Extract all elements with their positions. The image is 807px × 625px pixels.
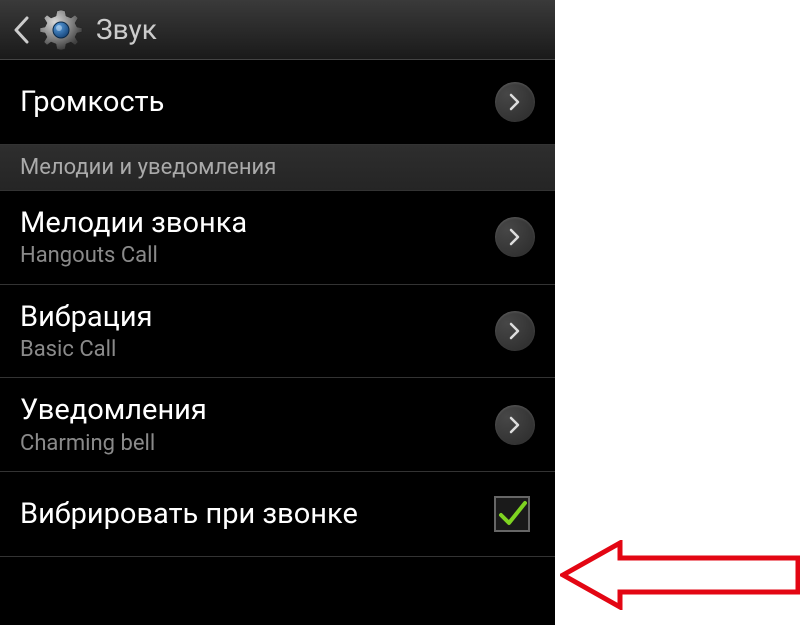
item-title: Вибрировать при звонке	[20, 496, 494, 532]
vibrate-on-call-checkbox[interactable]	[494, 496, 530, 532]
chevron-right-icon	[509, 228, 521, 246]
item-subtitle: Charming bell	[20, 431, 495, 457]
item-text: Вибрировать при звонке	[20, 496, 494, 532]
ringtone-item[interactable]: Мелодии звонка Hangouts Call	[0, 191, 555, 285]
back-button[interactable]	[10, 10, 32, 50]
item-subtitle: Hangouts Call	[20, 243, 495, 269]
chevron-button[interactable]	[495, 82, 535, 122]
vibration-item[interactable]: Вибрация Basic Call	[0, 285, 555, 379]
header-bar: Звук	[0, 0, 555, 60]
chevron-button[interactable]	[495, 217, 535, 257]
item-title: Вибрация	[20, 299, 495, 335]
item-text: Уведомления Charming bell	[20, 392, 495, 457]
checkmark-icon	[497, 499, 527, 529]
item-text: Громкость	[20, 84, 495, 120]
chevron-right-icon	[509, 416, 521, 434]
annotation-arrow-icon	[560, 540, 800, 610]
vibrate-on-call-item[interactable]: Вибрировать при звонке	[0, 472, 555, 557]
volume-item[interactable]: Громкость	[0, 60, 555, 145]
item-subtitle: Basic Call	[20, 337, 495, 363]
chevron-button[interactable]	[495, 311, 535, 351]
page-title: Звук	[96, 13, 157, 46]
item-text: Мелодии звонка Hangouts Call	[20, 205, 495, 270]
item-title: Мелодии звонка	[20, 205, 495, 241]
section-header-ringtones: Мелодии и уведомления	[0, 145, 555, 191]
notifications-item[interactable]: Уведомления Charming bell	[0, 378, 555, 472]
item-title: Громкость	[20, 84, 495, 120]
settings-list: Громкость Мелодии и уведомления Мелодии …	[0, 60, 555, 625]
settings-screen: Звук Громкость Мелодии и уведомления Мел…	[0, 0, 555, 625]
item-title: Уведомления	[20, 392, 495, 428]
chevron-left-icon	[13, 16, 29, 44]
chevron-right-icon	[509, 93, 521, 111]
chevron-button[interactable]	[495, 405, 535, 445]
item-text: Вибрация Basic Call	[20, 299, 495, 364]
chevron-right-icon	[509, 322, 521, 340]
gear-icon	[38, 7, 84, 53]
